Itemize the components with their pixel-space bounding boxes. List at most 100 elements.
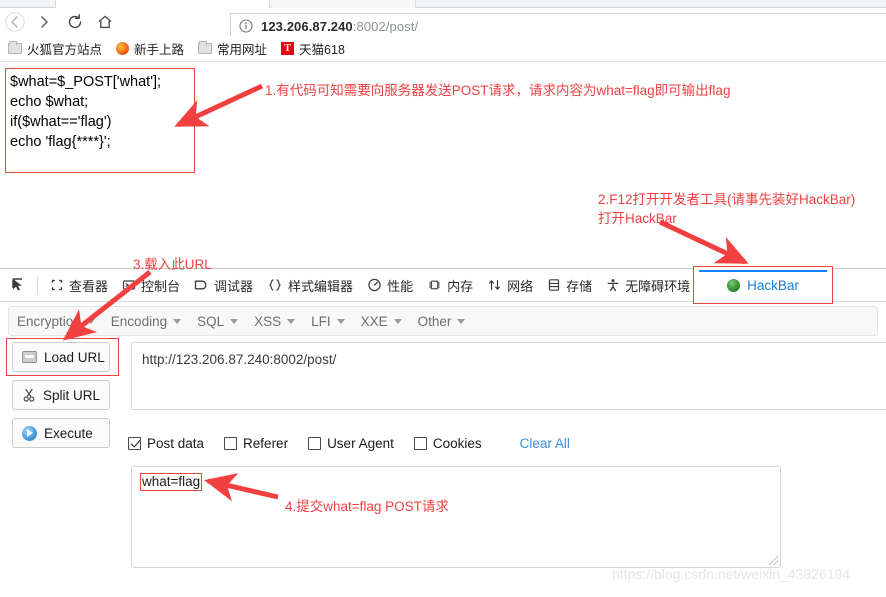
arrow-step-2	[658, 219, 749, 265]
toolbar-divider	[37, 276, 38, 294]
bookmark-item[interactable]: 常用网址	[198, 39, 267, 58]
hackbar-menu-lfi[interactable]: LFI	[311, 314, 345, 329]
menu-label: XSS	[254, 313, 282, 329]
chevron-down-icon	[287, 318, 296, 324]
checkbox-referer[interactable]: Referer	[224, 436, 288, 451]
network-icon	[487, 278, 502, 292]
accessibility-icon	[606, 278, 620, 292]
checkbox-icon[interactable]	[413, 436, 427, 450]
resize-handle[interactable]	[769, 556, 778, 565]
memory-icon	[427, 278, 442, 292]
console-icon	[122, 278, 136, 292]
devtools-tab-label: 性能	[387, 278, 414, 294]
forward-arrow-icon[interactable]	[30, 9, 60, 35]
hackbar-url-input[interactable]: http://123.206.87.240:8002/post/	[131, 342, 886, 410]
annotation-step-1: 1.有代码可知需要向服务器发送POST请求，请求内容为what=flag即可输出…	[265, 83, 731, 98]
execute-button[interactable]: Execute	[12, 418, 110, 448]
browser-tab-active[interactable]	[55, 0, 270, 8]
annotation-step-2-line-2: 打开HackBar	[598, 211, 677, 226]
split-url-icon	[22, 388, 36, 402]
devtools-tab-label: 无障碍环境	[625, 278, 691, 294]
hackbar-menu-sql[interactable]: SQL	[197, 313, 239, 329]
code-line: if($what=='flag')	[10, 114, 112, 130]
checkbox-icon[interactable]	[224, 436, 238, 450]
firefox-icon	[116, 42, 130, 55]
annotation-step-3: 3.载入此URL	[133, 257, 212, 272]
hackbar-globe-icon	[727, 278, 741, 292]
checkbox-label: Cookies	[432, 435, 482, 451]
bookmark-item[interactable]: 火狐官方站点	[8, 39, 102, 58]
menu-label: SQL	[197, 313, 225, 329]
php-code-highlight-box: $what=$_POST['what']; echo $what; if($wh…	[5, 68, 195, 173]
checkbox-label: User Agent	[327, 435, 394, 451]
tab-strip	[0, 0, 886, 8]
active-tab-indicator	[699, 270, 827, 272]
checkbox-label: Post data	[147, 435, 205, 451]
checkbox-user-agent[interactable]: User Agent	[308, 436, 394, 451]
split-url-button[interactable]: Split URL	[12, 380, 110, 410]
bookmark-item[interactable]: T 天猫618	[281, 39, 345, 58]
hackbar-menu-encoding[interactable]: Encoding	[111, 314, 182, 329]
bookmark-label: 火狐官方站点	[27, 43, 103, 57]
code-line: echo $what;	[10, 94, 89, 110]
annotation-step-4: 4.提交what=flag POST请求	[285, 499, 449, 514]
hackbar-menu-xxe[interactable]: XXE	[361, 314, 402, 329]
url-port: :8002	[352, 18, 386, 34]
clear-all-link[interactable]: Clear All	[520, 436, 570, 451]
hackbar-menu-encryption[interactable]: Encryption	[17, 314, 95, 329]
code-line: $what=$_POST['what'];	[10, 74, 162, 90]
hackbar-menu-xss[interactable]: XSS	[254, 313, 296, 329]
performance-icon	[367, 278, 382, 292]
home-icon[interactable]	[90, 9, 120, 35]
url-path: /post/	[385, 18, 419, 34]
menu-label: LFI	[311, 313, 331, 329]
folder-icon	[198, 41, 213, 54]
devtools-tab-network[interactable]: 网络	[480, 269, 540, 302]
devtools-tab-storage[interactable]: 存储	[540, 269, 599, 302]
devtools-tab-performance[interactable]: 性能	[360, 269, 420, 302]
chevron-down-icon	[230, 318, 239, 324]
style-editor-icon	[267, 278, 283, 292]
devtools-tab-hackbar[interactable]: HackBar	[693, 266, 833, 304]
hackbar-post-data-input[interactable]: what=flag	[131, 466, 781, 568]
bookmark-label: 常用网址	[217, 43, 268, 57]
bookmarks-bar: 火狐官方站点 新手上路 常用网址 T 天猫618	[0, 36, 886, 62]
menu-label: XXE	[360, 313, 388, 329]
execute-icon	[22, 425, 37, 441]
hackbar-menu-other[interactable]: Other	[418, 314, 466, 329]
button-label: Execute	[44, 425, 93, 441]
checkbox-label: Referer	[243, 435, 289, 451]
chevron-down-icon	[173, 318, 182, 324]
back-arrow-icon[interactable]	[0, 9, 30, 35]
info-icon[interactable]	[239, 19, 253, 33]
post-data-value: what=flag	[140, 473, 203, 491]
element-picker-icon[interactable]	[6, 272, 32, 298]
reload-icon[interactable]	[60, 9, 90, 35]
load-url-highlight-box	[6, 338, 119, 376]
devtools-tab-style-editor[interactable]: 样式编辑器	[260, 269, 360, 302]
bookmark-item[interactable]: 新手上路	[116, 39, 184, 58]
debugger-icon	[194, 278, 209, 292]
devtools-tab-memory[interactable]: 内存	[420, 269, 480, 302]
devtools-tab-inspector[interactable]: 查看器	[43, 269, 115, 302]
checkbox-cookies[interactable]: Cookies	[413, 435, 482, 451]
devtools-tab-label: 网络	[507, 278, 534, 294]
checkbox-icon[interactable]	[128, 436, 141, 450]
folder-icon	[8, 41, 22, 54]
browser-tab-inactive[interactable]	[271, 0, 416, 8]
devtools-tab-accessibility[interactable]: 无障碍环境	[599, 269, 697, 302]
chevron-down-icon	[393, 318, 402, 324]
url-host: 123.206.87.240	[261, 18, 353, 34]
bookmark-label: 天猫618	[299, 43, 345, 57]
browser-window: 123.206.87.240:8002/post/ 火狐官方站点 新手上路 常用…	[0, 0, 886, 597]
devtools-tab-label: 存储	[566, 278, 593, 294]
devtools-tab-label: 控制台	[141, 278, 181, 294]
code-line: echo 'flag{****}';	[10, 134, 111, 150]
checkbox-icon[interactable]	[308, 436, 322, 450]
devtools-tab-label: 样式编辑器	[288, 278, 354, 294]
storage-icon	[547, 278, 561, 292]
chevron-down-icon	[86, 318, 95, 324]
devtools-tab-label: 调试器	[214, 278, 254, 294]
checkbox-post-data[interactable]: Post data	[128, 436, 204, 451]
hackbar-menu-bar: Encryption Encoding SQL XSS LFI XXE Othe…	[8, 306, 878, 336]
